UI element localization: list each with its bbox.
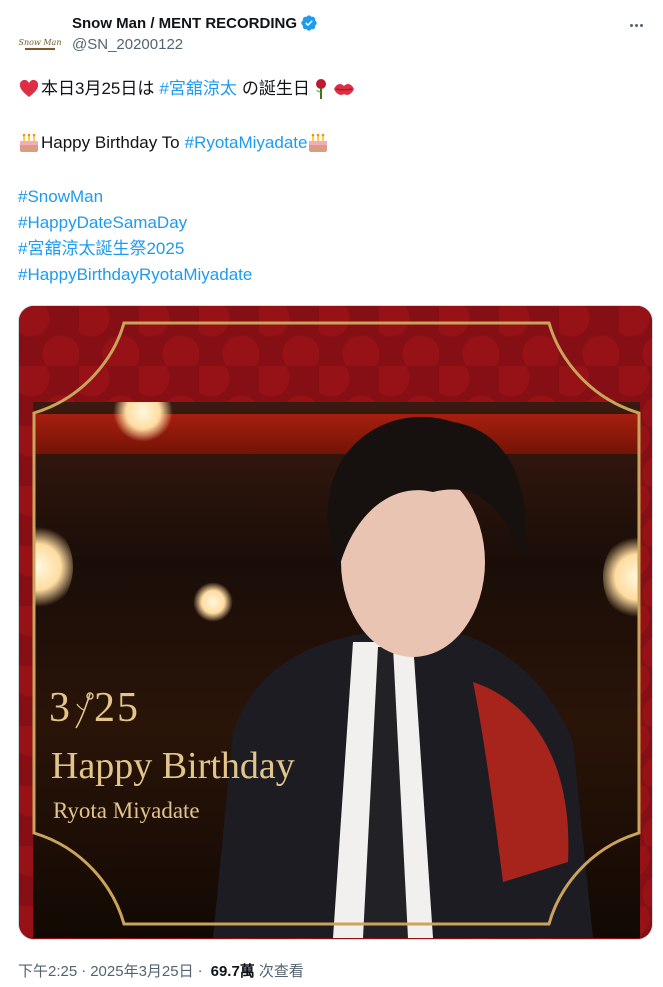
card-date-day: 25 bbox=[94, 685, 140, 731]
tweet-header: Snow Man Snow Man / MENT RECORDING @SN_2… bbox=[16, 12, 647, 68]
hashtag-ryotamiyadate[interactable]: #RyotaMiyadate bbox=[185, 130, 308, 156]
avatar[interactable]: Snow Man bbox=[16, 20, 64, 68]
hashtag-happybirthday[interactable]: #HappyBirthdayRyotaMiyadate bbox=[18, 262, 252, 288]
cake-emoji-icon bbox=[307, 132, 329, 154]
hashtag-line: #宮舘涼太誕生祭2025 bbox=[18, 236, 648, 262]
tweet-line-1: 本日3月25日は #宮舘涼太 の誕生日 bbox=[18, 76, 648, 102]
separator-dot: · bbox=[81, 962, 87, 979]
hashtag-line: #HappyDateSamaDay bbox=[18, 210, 648, 236]
verified-badge-icon bbox=[301, 15, 317, 31]
card-date-text: 3 25 bbox=[49, 684, 140, 732]
tweet-line-1-suffix: の誕生日 bbox=[241, 79, 310, 98]
rose-emoji-icon bbox=[310, 78, 332, 100]
card-person-name: Ryota Miyadate bbox=[53, 798, 200, 823]
rose-branch-icon bbox=[75, 692, 94, 729]
view-count[interactable]: 69.7萬 bbox=[211, 960, 255, 981]
cake-emoji-icon bbox=[18, 132, 40, 154]
card-greeting: Happy Birthday bbox=[51, 745, 295, 787]
tweet-line-2-prefix: Happy Birthday To bbox=[41, 133, 180, 152]
tweet-footer: 下午2:25 · 2025年3月25日 · 69.7萬 次查看 bbox=[18, 960, 304, 981]
gold-frame bbox=[32, 321, 641, 926]
heart-emoji-icon bbox=[18, 78, 40, 100]
avatar-logo-text: Snow Man bbox=[18, 38, 62, 47]
view-count-label: 次查看 bbox=[258, 963, 304, 980]
hashtag-birthday-festival[interactable]: #宮舘涼太誕生祭2025 bbox=[18, 236, 184, 262]
tweet-line-1-prefix: 本日3月25日は bbox=[41, 79, 155, 98]
kiss-emoji-icon bbox=[333, 78, 355, 100]
card-date-month: 3 bbox=[49, 685, 72, 731]
display-name[interactable]: Snow Man / MENT RECORDING bbox=[72, 15, 297, 32]
name-row: Snow Man / MENT RECORDING bbox=[72, 14, 318, 32]
tweet-time[interactable]: 下午2:25 bbox=[18, 960, 77, 981]
more-options-icon[interactable] bbox=[625, 14, 647, 36]
tweet-text: 本日3月25日は #宮舘涼太 の誕生日 Happy Birthday To #R… bbox=[18, 76, 648, 288]
hashtag-miyadate[interactable]: #宮舘涼太 bbox=[159, 76, 236, 102]
hashtag-line: #SnowMan bbox=[18, 184, 648, 210]
avatar-logo-bar bbox=[25, 48, 55, 50]
separator-dot: · bbox=[197, 962, 203, 979]
tweet-date[interactable]: 2025年3月25日 bbox=[90, 960, 193, 981]
hashtag-snowman[interactable]: #SnowMan bbox=[18, 184, 103, 210]
hashtag-line: #HappyBirthdayRyotaMiyadate bbox=[18, 262, 648, 288]
tweet-line-2: Happy Birthday To #RyotaMiyadate bbox=[18, 130, 648, 156]
hashtag-happydatesamaday[interactable]: #HappyDateSamaDay bbox=[18, 210, 187, 236]
tweet-media-image[interactable]: 3 25 Happy Birthday Ryota Miyadate bbox=[18, 305, 653, 940]
handle[interactable]: @SN_20200122 bbox=[72, 36, 183, 53]
